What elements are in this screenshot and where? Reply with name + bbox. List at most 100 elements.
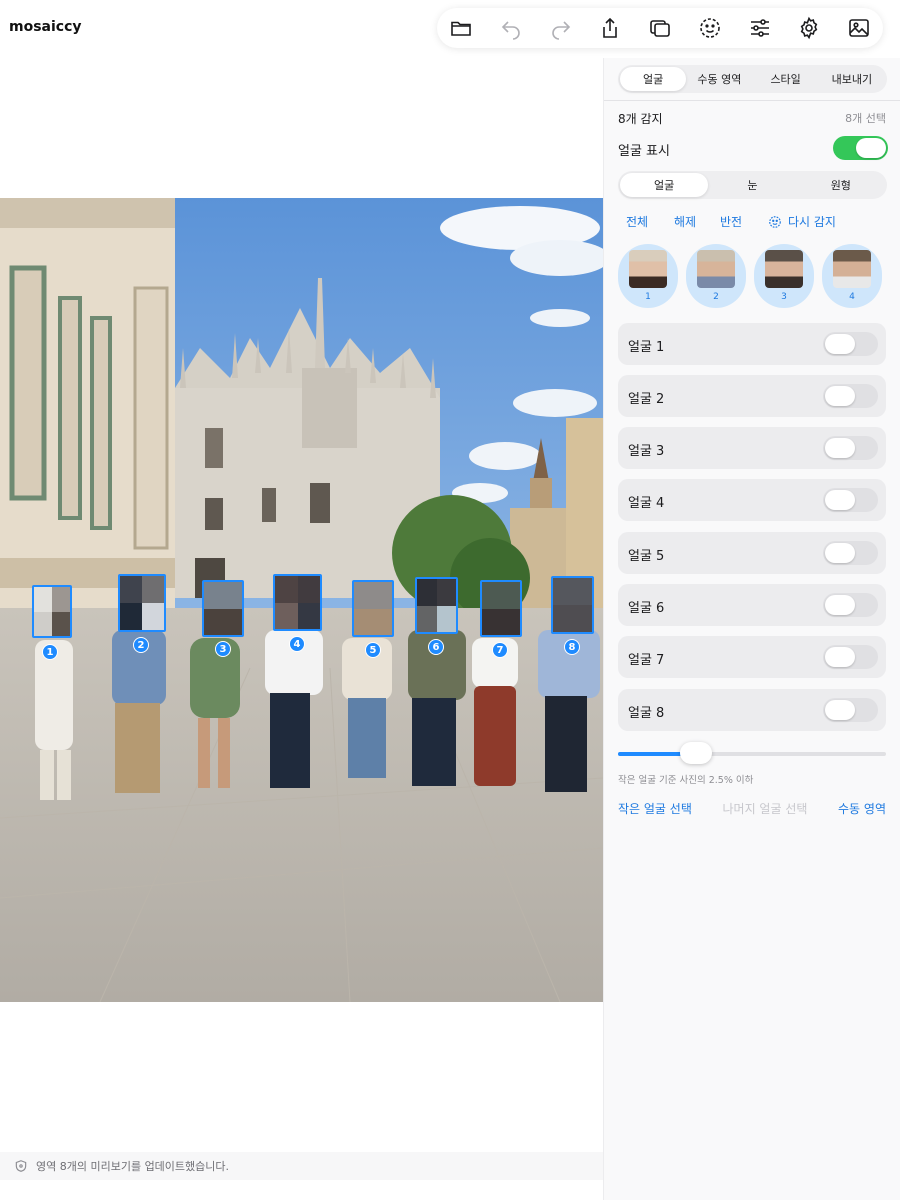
- face-box-8[interactable]: [551, 576, 594, 634]
- face-box-6[interactable]: [415, 577, 458, 634]
- thumbnail-number: 3: [781, 292, 787, 302]
- face-detect-button[interactable]: [696, 14, 724, 42]
- small-face-slider[interactable]: [618, 742, 886, 764]
- undo-button[interactable]: [497, 14, 525, 42]
- tab-export[interactable]: 내보내기: [819, 67, 885, 91]
- face-thumbnail-4[interactable]: 4: [822, 244, 882, 308]
- toggle-knob: [825, 334, 855, 354]
- toggle-knob: [825, 438, 855, 458]
- face-1-toggle[interactable]: [823, 332, 878, 356]
- open-folder-button[interactable]: [447, 14, 475, 42]
- face-5-toggle[interactable]: [823, 541, 878, 565]
- redetect-label: 다시 감지: [788, 215, 836, 229]
- face-badge-2: 2: [133, 637, 149, 653]
- face-row-8[interactable]: 얼굴 8: [618, 689, 886, 731]
- tab-faces[interactable]: 얼굴: [620, 67, 687, 91]
- duplicate-button[interactable]: [646, 14, 674, 42]
- clear-selection-button[interactable]: 해제: [674, 213, 696, 230]
- face-thumbnail-1[interactable]: 1: [618, 244, 678, 308]
- face-thumbnail-image: [765, 250, 803, 288]
- share-icon: [603, 17, 618, 38]
- face-row-label: 얼굴 4: [628, 496, 665, 511]
- mode-tab-circle[interactable]: 원형: [797, 173, 885, 197]
- toggle-knob: [825, 543, 855, 563]
- face-row-5[interactable]: 얼굴 5: [618, 532, 886, 574]
- face-row-6[interactable]: 얼굴 6: [618, 584, 886, 626]
- app-title: mosaiccy: [9, 19, 82, 35]
- face-2-toggle[interactable]: [823, 384, 878, 408]
- face-thumbnail-image: [629, 250, 667, 288]
- face-badge-6: 6: [428, 639, 444, 655]
- shield-icon: [15, 1160, 27, 1172]
- face-row-2[interactable]: 얼굴 2: [618, 375, 886, 417]
- face-thumbnail-image: [697, 250, 735, 288]
- face-row-7[interactable]: 얼굴 7: [618, 636, 886, 678]
- face-3-toggle[interactable]: [823, 436, 878, 460]
- face-badge-4: 4: [289, 636, 305, 652]
- face-box-5[interactable]: [352, 580, 394, 637]
- gear-icon: [800, 16, 818, 40]
- face-thumbnail-2[interactable]: 2: [686, 244, 746, 308]
- image-button[interactable]: [845, 14, 873, 42]
- face-8-toggle[interactable]: [823, 698, 878, 722]
- face-row-label: 얼굴 3: [628, 444, 665, 459]
- face-badge-1: 1: [42, 644, 58, 660]
- face-6-toggle[interactable]: [823, 593, 878, 617]
- sliders-icon: [750, 19, 769, 37]
- status-bar: 영역 8개의 미리보기를 업데이트했습니다.: [0, 1152, 603, 1180]
- face-row-3[interactable]: 얼굴 3: [618, 427, 886, 469]
- thumbnail-number: 1: [645, 292, 651, 302]
- folder-icon: [451, 21, 471, 36]
- face-row-label: 얼굴 2: [628, 392, 665, 407]
- face-box-4[interactable]: [273, 574, 322, 631]
- toggle-knob: [856, 138, 886, 158]
- mode-tab-eyes[interactable]: 눈: [708, 173, 796, 197]
- tab-manual-area[interactable]: 수동 영역: [686, 67, 752, 91]
- status-text: 영역 8개의 미리보기를 업데이트했습니다.: [36, 1160, 230, 1173]
- selected-count: 8개 선택: [845, 112, 886, 125]
- mode-tab-face[interactable]: 얼굴: [620, 173, 709, 197]
- main-tabs: 얼굴 수동 영역 스타일 내보내기: [618, 65, 887, 93]
- face-badge-3: 3: [215, 641, 231, 657]
- show-faces-label: 얼굴 표시: [618, 144, 670, 159]
- share-button[interactable]: [596, 14, 624, 42]
- photo-canvas[interactable]: 1 2 3 4 5 6 7 8: [0, 198, 603, 1002]
- side-panel: 얼굴 수동 영역 스타일 내보내기 8개 감지 8개 선택 얼굴 표시 얼굴 눈…: [603, 58, 900, 1200]
- face-row-label: 얼굴 6: [628, 601, 665, 616]
- toggle-knob: [825, 490, 855, 510]
- toggle-knob: [825, 386, 855, 406]
- redetect-button[interactable]: 다시 감지: [768, 213, 836, 230]
- thumbnail-number: 4: [849, 292, 855, 302]
- face-thumbnail-image: [833, 250, 871, 288]
- select-rest-faces-button[interactable]: 나머지 얼굴 선택: [722, 800, 807, 817]
- slider-note: 작은 얼굴 기준 사진의 2.5% 이하: [618, 775, 754, 786]
- face-box-3[interactable]: [202, 580, 244, 637]
- settings-button[interactable]: [795, 14, 823, 42]
- select-all-button[interactable]: 전체: [626, 213, 648, 230]
- undo-icon: [501, 21, 520, 40]
- toolbar: [437, 8, 883, 48]
- adjustments-button[interactable]: [746, 14, 774, 42]
- redo-button[interactable]: [547, 14, 575, 42]
- face-4-toggle[interactable]: [823, 488, 878, 512]
- show-faces-toggle[interactable]: [833, 136, 888, 160]
- smile-icon: [699, 18, 720, 38]
- detected-count: 8개 감지: [618, 112, 663, 126]
- face-row-4[interactable]: 얼굴 4: [618, 479, 886, 521]
- face-box-2[interactable]: [118, 574, 166, 632]
- manual-area-button[interactable]: 수동 영역: [838, 800, 886, 817]
- face-thumbnail-3[interactable]: 3: [754, 244, 814, 308]
- face-row-label: 얼굴 5: [628, 549, 665, 564]
- redo-icon: [551, 21, 570, 40]
- thumbnail-number: 2: [713, 292, 719, 302]
- toggle-knob: [825, 700, 855, 720]
- face-box-7[interactable]: [480, 580, 522, 637]
- invert-selection-button[interactable]: 반전: [720, 213, 742, 230]
- face-7-toggle[interactable]: [823, 645, 878, 669]
- tab-style[interactable]: 스타일: [753, 67, 819, 91]
- select-small-faces-button[interactable]: 작은 얼굴 선택: [618, 800, 692, 817]
- face-row-1[interactable]: 얼굴 1: [618, 323, 886, 365]
- face-row-label: 얼굴 8: [628, 706, 665, 721]
- face-box-1[interactable]: [32, 585, 72, 638]
- slider-handle[interactable]: [679, 742, 712, 764]
